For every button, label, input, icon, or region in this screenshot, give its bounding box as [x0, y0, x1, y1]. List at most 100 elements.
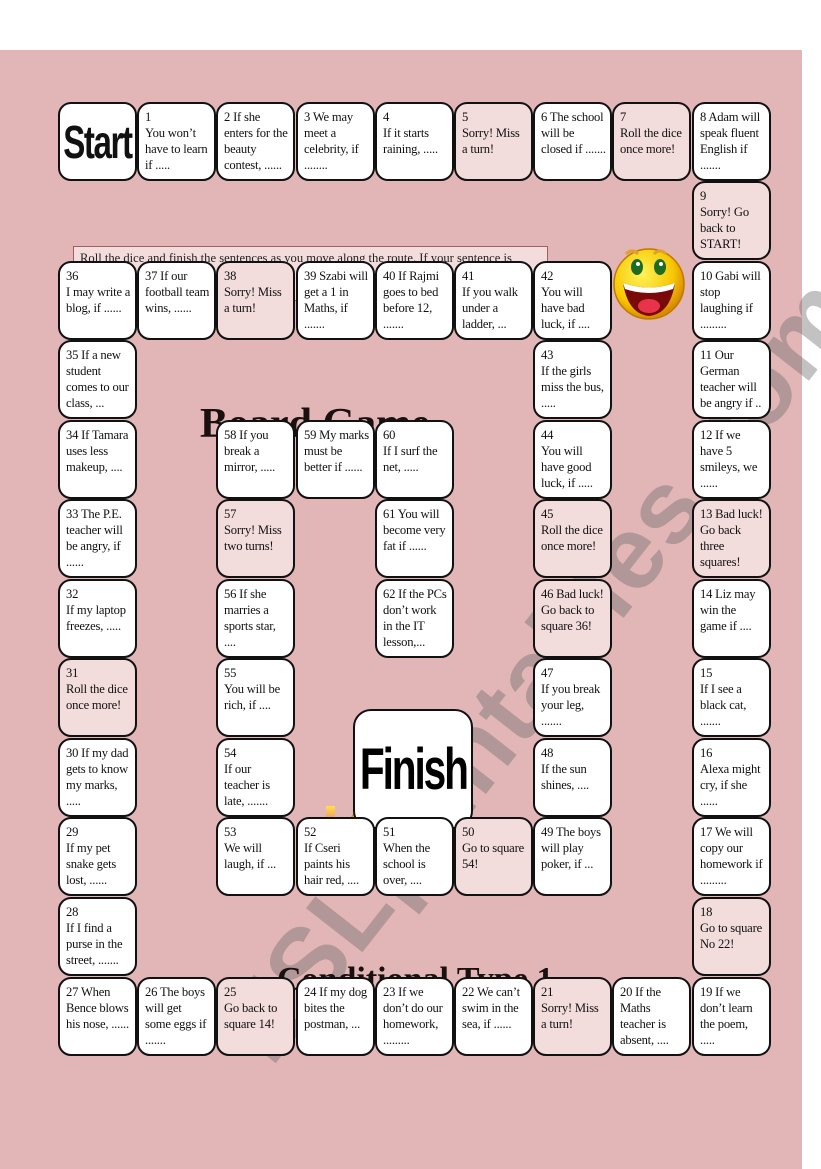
square-60[interactable]: 60 If I surf the net, ..... — [375, 420, 454, 499]
square-13[interactable]: 13 Bad luck! Go back three squares! — [692, 499, 771, 578]
square-38[interactable]: 38 Sorry! Miss a turn! — [216, 261, 295, 340]
square-number: 48 — [541, 746, 554, 760]
square-54[interactable]: 54 If our teacher is late, ....... — [216, 738, 295, 817]
square-5[interactable]: 5 Sorry! Miss a turn! — [454, 102, 533, 181]
square-number: 59 — [304, 428, 317, 442]
square-number: 17 — [700, 825, 713, 839]
square-number: 20 — [620, 985, 633, 999]
square-number: 25 — [224, 985, 237, 999]
start-square[interactable]: Start — [58, 102, 137, 181]
square-number: 16 — [700, 746, 713, 760]
square-text: Go to square 54! — [462, 841, 524, 871]
square-11[interactable]: 11 Our German teacher will be angry if .… — [692, 340, 771, 419]
square-text: Sorry! Miss two turns! — [224, 523, 282, 553]
square-57[interactable]: 57 Sorry! Miss two turns! — [216, 499, 295, 578]
square-46[interactable]: 46 Bad luck! Go back to square 36! — [533, 579, 612, 658]
square-62[interactable]: 62 If the PCs don’t work in the IT lesso… — [375, 579, 454, 658]
square-52[interactable]: 52 If Cseri paints his hair red, .... — [296, 817, 375, 896]
square-number: 58 — [224, 428, 237, 442]
square-15[interactable]: 15 If I see a black cat, ....... — [692, 658, 771, 737]
square-number: 34 — [66, 428, 79, 442]
square-56[interactable]: 56 If she marries a sports star, .... — [216, 579, 295, 658]
square-27[interactable]: 27 When Bence blows his nose, ...... — [58, 977, 137, 1056]
square-number: 60 — [383, 428, 396, 442]
square-number: 40 — [383, 269, 396, 283]
square-58[interactable]: 58 If you break a mirror, ..... — [216, 420, 295, 499]
square-20[interactable]: 20 If the Maths teacher is absent, .... — [612, 977, 691, 1056]
square-36[interactable]: 36 I may write a blog, if ...... — [58, 261, 137, 340]
finish-label: Finish — [359, 736, 469, 802]
square-number: 55 — [224, 666, 237, 680]
square-22[interactable]: 22 We can’t swim in the sea, if ...... — [454, 977, 533, 1056]
square-33[interactable]: 33 The P.E. teacher will be angry, if ..… — [58, 499, 137, 578]
square-number: 33 — [66, 507, 79, 521]
square-text: Go back to square 14! — [224, 1001, 278, 1031]
square-text: Adam will speak fluent English if ......… — [700, 110, 761, 172]
square-number: 24 — [304, 985, 317, 999]
square-text: You will be rich, if .... — [224, 682, 281, 712]
square-43[interactable]: 43 If the girls miss the bus, ..... — [533, 340, 612, 419]
square-50[interactable]: 50 Go to square 54! — [454, 817, 533, 896]
square-31[interactable]: 31 Roll the dice once more! — [58, 658, 137, 737]
square-17[interactable]: 17 We will copy our homework if ........… — [692, 817, 771, 896]
square-7[interactable]: 7 Roll the dice once more! — [612, 102, 691, 181]
square-24[interactable]: 24 If my dog bites the postman, ... — [296, 977, 375, 1056]
finish-square[interactable]: Finish — [353, 709, 473, 829]
square-text: Roll the dice once more! — [541, 523, 603, 553]
square-30[interactable]: 30 If my dad gets to know my marks, ....… — [58, 738, 137, 817]
square-14[interactable]: 14 Liz may win the game if .... — [692, 579, 771, 658]
square-3[interactable]: 3 We may meet a celebrity, if ........ — [296, 102, 375, 181]
square-text: If it starts raining, ..... — [383, 126, 438, 156]
square-1[interactable]: 1 You won’t have to learn if ..... — [137, 102, 216, 181]
square-37[interactable]: 37 If our football team wins, ...... — [137, 261, 216, 340]
square-10[interactable]: 10 Gabi will stop laughing if ......... — [692, 261, 771, 340]
square-49[interactable]: 49 The boys will play poker, if ... — [533, 817, 612, 896]
square-9[interactable]: 9 Sorry! Go back to START! — [692, 181, 771, 260]
square-40[interactable]: 40 If Rajmi goes to bed before 12, .....… — [375, 261, 454, 340]
square-61[interactable]: 61 You will become very fat if ...... — [375, 499, 454, 578]
square-45[interactable]: 45 Roll the dice once more! — [533, 499, 612, 578]
square-26[interactable]: 26 The boys will get some eggs if ......… — [137, 977, 216, 1056]
square-29[interactable]: 29 If my pet snake gets lost, ...... — [58, 817, 137, 896]
square-6[interactable]: 6 The school will be closed if ....... — [533, 102, 612, 181]
square-number: 29 — [66, 825, 79, 839]
square-32[interactable]: 32 If my laptop freezes, ..... — [58, 579, 137, 658]
square-4[interactable]: 4 If it starts raining, ..... — [375, 102, 454, 181]
square-53[interactable]: 53 We will laugh, if ... — [216, 817, 295, 896]
square-number: 22 — [462, 985, 475, 999]
square-number: 35 — [66, 348, 79, 362]
square-25[interactable]: 25 Go back to square 14! — [216, 977, 295, 1056]
square-text: Roll the dice once more! — [66, 682, 128, 712]
square-number: 37 — [145, 269, 158, 283]
square-8[interactable]: 8 Adam will speak fluent English if ....… — [692, 102, 771, 181]
square-number: 1 — [145, 110, 152, 124]
square-42[interactable]: 42 You will have bad luck, if .... — [533, 261, 612, 340]
square-18[interactable]: 18 Go to square No 22! — [692, 897, 771, 976]
square-text: Roll the dice once more! — [620, 126, 682, 156]
square-41[interactable]: 41 If you walk under a ladder, ... — [454, 261, 533, 340]
square-44[interactable]: 44 You will have good luck, if ..... — [533, 420, 612, 499]
square-text: If the sun shines, .... — [541, 762, 589, 792]
square-12[interactable]: 12 If we have 5 smileys, we ...... — [692, 420, 771, 499]
square-34[interactable]: 34 If Tamara uses less makeup, .... — [58, 420, 137, 499]
square-21[interactable]: 21 Sorry! Miss a turn! — [533, 977, 612, 1056]
square-text: If you walk under a ladder, ... — [462, 285, 518, 331]
square-16[interactable]: 16 Alexa might cry, if she ...... — [692, 738, 771, 817]
square-35[interactable]: 35 If a new student comes to our class, … — [58, 340, 137, 419]
square-55[interactable]: 55 You will be rich, if .... — [216, 658, 295, 737]
square-text: Sorry! Miss a turn! — [541, 1001, 599, 1031]
square-28[interactable]: 28 If I find a purse in the street, .....… — [58, 897, 137, 976]
square-48[interactable]: 48 If the sun shines, .... — [533, 738, 612, 817]
square-number: 42 — [541, 269, 554, 283]
square-19[interactable]: 19 If we don’t learn the poem, ..... — [692, 977, 771, 1056]
square-47[interactable]: 47 If you break your leg, ....... — [533, 658, 612, 737]
square-number: 19 — [700, 985, 713, 999]
square-59[interactable]: 59 My marks must be better if ...... — [296, 420, 375, 499]
square-number: 44 — [541, 428, 554, 442]
square-23[interactable]: 23 If we don’t do our homework, ........… — [375, 977, 454, 1056]
square-51[interactable]: 51 When the school is over, .... — [375, 817, 454, 896]
square-2[interactable]: 2 If she enters for the beauty contest, … — [216, 102, 295, 181]
square-number: 4 — [383, 110, 390, 124]
square-number: 9 — [700, 189, 707, 203]
square-39[interactable]: 39 Szabi will get a 1 in Maths, if .....… — [296, 261, 375, 340]
